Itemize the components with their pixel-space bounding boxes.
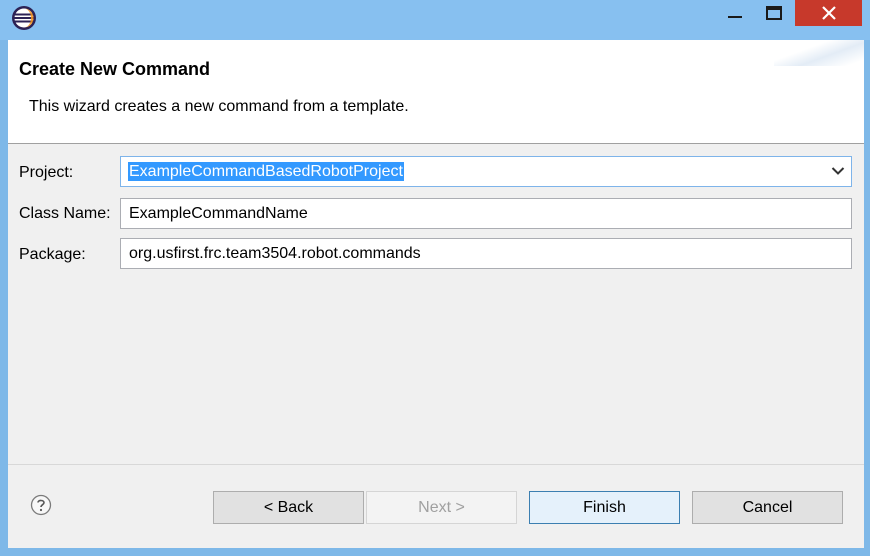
- finish-button[interactable]: Finish: [529, 491, 680, 524]
- project-combo[interactable]: ExampleCommandBasedRobotProject: [120, 156, 852, 187]
- package-label: Package:: [19, 246, 86, 263]
- eclipse-icon[interactable]: [11, 5, 37, 31]
- chevron-down-icon[interactable]: [831, 166, 845, 176]
- page-title: Create New Command: [19, 59, 211, 79]
- minimize-button[interactable]: [716, 0, 754, 26]
- title-bar: [0, 0, 870, 40]
- project-value: ExampleCommandBasedRobotProject: [128, 162, 404, 181]
- help-icon[interactable]: [30, 494, 52, 516]
- cancel-button[interactable]: Cancel: [692, 491, 843, 524]
- footer-divider: [8, 464, 864, 465]
- package-input[interactable]: org.usfirst.frc.team3504.robot.commands: [120, 238, 852, 269]
- maximize-icon: [766, 6, 782, 20]
- project-label: Project:: [19, 164, 74, 181]
- maximize-button[interactable]: [757, 0, 791, 26]
- header-banner-decoration: [774, 40, 864, 66]
- wizard-header: Create New Command This wizard creates a…: [8, 40, 864, 144]
- class-name-label: Class Name:: [19, 205, 111, 222]
- back-button[interactable]: < Back: [213, 491, 364, 524]
- minimize-icon: [728, 16, 742, 18]
- wizard-description: This wizard creates a new command from a…: [29, 98, 409, 115]
- next-button[interactable]: Next >: [366, 491, 517, 524]
- wizard-dialog: Create New Command This wizard creates a…: [8, 40, 864, 548]
- close-icon: [821, 6, 836, 20]
- close-button[interactable]: [795, 0, 862, 26]
- class-name-input[interactable]: ExampleCommandName: [120, 198, 852, 229]
